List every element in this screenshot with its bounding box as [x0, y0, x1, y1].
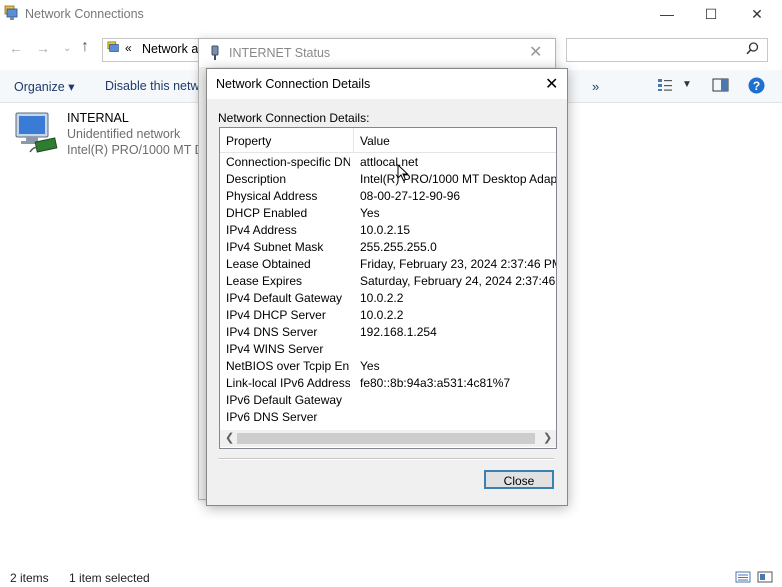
detail-value: fe80::8b:94a3:a531:4c81%7: [360, 376, 511, 390]
detail-value: 255.255.255.0: [360, 240, 437, 254]
back-arrow-icon[interactable]: ←: [9, 40, 23, 56]
large-icons-view-icon[interactable]: [757, 571, 773, 583]
details-dialog-title: Network Connection Details: [216, 77, 371, 91]
connection-status: Unidentified network: [67, 127, 181, 141]
detail-row[interactable]: Connection-specific DN... attlocal.net: [220, 154, 556, 171]
detail-property: Lease Obtained: [226, 257, 311, 271]
detail-row[interactable]: Description Intel(R) PRO/1000 MT Desktop …: [220, 171, 556, 188]
detail-property: IPv4 Address: [226, 223, 297, 237]
column-divider[interactable]: [353, 128, 354, 152]
detail-value: Friday, February 23, 2024 2:37:46 PM: [360, 257, 557, 271]
detail-property: IPv4 DHCP Server: [226, 308, 326, 322]
detail-row[interactable]: IPv4 Subnet Mask 255.255.255.0: [220, 239, 556, 256]
window-title: Network Connections: [25, 7, 144, 21]
detail-value: 10.0.2.15: [360, 223, 411, 237]
detail-property: Link-local IPv6 Address: [226, 376, 350, 390]
detail-value: 192.168.1.254: [360, 325, 437, 339]
detail-row[interactable]: Lease Obtained Friday, February 23, 2024 …: [220, 256, 556, 273]
status-dialog-title: INTERNET Status: [229, 46, 331, 60]
detail-row[interactable]: Physical Address 08-00-27-12-90-96: [220, 188, 556, 205]
status-dialog-close-icon[interactable]: ✕: [529, 42, 542, 62]
detail-property: IPv4 WINS Server: [226, 342, 324, 356]
svg-text:?: ?: [753, 79, 760, 93]
help-icon[interactable]: ?: [748, 77, 765, 94]
up-arrow-icon[interactable]: ↑: [81, 38, 89, 56]
detail-row[interactable]: IPv4 WINS Server: [220, 341, 556, 358]
detail-property: IPv4 Default Gateway: [226, 291, 343, 305]
close-button[interactable]: Close: [484, 470, 554, 489]
network-adapter-icon[interactable]: [14, 110, 60, 156]
dialog-separator: [218, 458, 554, 460]
scroll-right-arrow-icon[interactable]: ❯: [543, 431, 552, 444]
details-dialog-close-icon[interactable]: ✕: [545, 74, 558, 94]
detail-value: 08-00-27-12-90-96: [360, 189, 461, 203]
details-view-icon[interactable]: [735, 571, 751, 583]
detail-value: 10.0.2.2: [360, 308, 404, 322]
more-commands-button[interactable]: »: [592, 79, 599, 94]
status-selection-count: 1 item selected: [69, 571, 150, 585]
close-window-button[interactable]: ✕: [734, 0, 780, 28]
detail-row[interactable]: IPv4 DHCP Server 10.0.2.2: [220, 307, 556, 324]
address-breadcrumb[interactable]: Network ar: [142, 42, 202, 56]
detail-property: Connection-specific DN...: [226, 155, 350, 169]
address-network-icon: [107, 41, 119, 52]
detail-row[interactable]: IPv6 Default Gateway: [220, 392, 556, 409]
detail-property: Lease Expires: [226, 274, 303, 288]
detail-property: IPv6 DNS Server: [226, 410, 318, 424]
detail-property: IPv4 Subnet Mask: [226, 240, 324, 254]
view-dropdown-chevron-icon[interactable]: ▼: [682, 79, 692, 90]
column-header-value[interactable]: Value: [360, 134, 390, 148]
connection-name[interactable]: INTERNAL: [67, 111, 129, 125]
status-item-count: 2 items: [10, 571, 49, 585]
detail-row[interactable]: Lease Expires Saturday, February 24, 2024…: [220, 273, 556, 290]
details-list-label: Network Connection Details:: [218, 111, 370, 125]
network-connections-icon: [4, 5, 18, 20]
detail-value: Intel(R) PRO/1000 MT Desktop Adapter: [360, 172, 557, 186]
detail-value: attlocal.net: [360, 155, 419, 169]
detail-value: 10.0.2.2: [360, 291, 404, 305]
detail-property: Description: [226, 172, 287, 186]
detail-property: DHCP Enabled: [226, 206, 308, 220]
detail-property: IPv4 DNS Server: [226, 325, 318, 339]
detail-row[interactable]: NetBIOS over Tcpip En... Yes: [220, 358, 556, 375]
recent-locations-chevron-icon[interactable]: ⌄: [63, 43, 71, 54]
search-icon[interactable]: [746, 42, 759, 55]
preview-pane-icon[interactable]: [712, 78, 729, 92]
detail-row[interactable]: IPv4 Default Gateway 10.0.2.2: [220, 290, 556, 307]
disable-network-button[interactable]: Disable this netwo: [105, 79, 206, 93]
search-input[interactable]: [566, 38, 768, 62]
organize-menu[interactable]: Organize ▾: [14, 79, 74, 94]
detail-row[interactable]: DHCP Enabled Yes: [220, 205, 556, 222]
detail-value: Yes: [360, 359, 380, 373]
maximize-button[interactable]: ☐: [688, 0, 734, 28]
address-overflow-chevron[interactable]: «: [125, 41, 132, 55]
detail-property: NetBIOS over Tcpip En...: [226, 359, 350, 373]
minimize-button[interactable]: —: [644, 0, 690, 28]
detail-value: Saturday, February 24, 2024 2:37:46 PM: [360, 274, 557, 288]
network-connection-details-dialog: Network Connection Details ✕ Network Con…: [206, 68, 568, 506]
detail-row[interactable]: IPv6 DNS Server: [220, 409, 556, 426]
explorer-title-bar: Network Connections — ☐ ✕: [0, 0, 782, 28]
list-header: Property Value: [220, 128, 556, 153]
scrollbar-thumb[interactable]: [237, 433, 535, 444]
horizontal-scrollbar[interactable]: ❮ ❯: [220, 430, 556, 447]
scroll-left-arrow-icon[interactable]: ❮: [225, 431, 234, 444]
detail-value: Yes: [360, 206, 380, 220]
mouse-cursor-icon: [397, 164, 409, 182]
connection-adapter: Intel(R) PRO/1000 MT De: [67, 143, 211, 157]
forward-arrow-icon[interactable]: →: [36, 40, 50, 56]
detail-row[interactable]: Link-local IPv6 Address fe80::8b:94a3:a53…: [220, 375, 556, 392]
column-header-property[interactable]: Property: [226, 134, 271, 148]
details-list[interactable]: Property Value Connection-specific DN...…: [219, 127, 557, 449]
network-cable-icon: [211, 45, 219, 60]
view-options-icon[interactable]: [657, 78, 673, 92]
detail-row[interactable]: IPv4 DNS Server 192.168.1.254: [220, 324, 556, 341]
details-dialog-title-bar: Network Connection Details ✕: [207, 69, 567, 99]
detail-row[interactable]: IPv4 Address 10.0.2.15: [220, 222, 556, 239]
detail-property: Physical Address: [226, 189, 318, 203]
detail-property: IPv6 Default Gateway: [226, 393, 343, 407]
